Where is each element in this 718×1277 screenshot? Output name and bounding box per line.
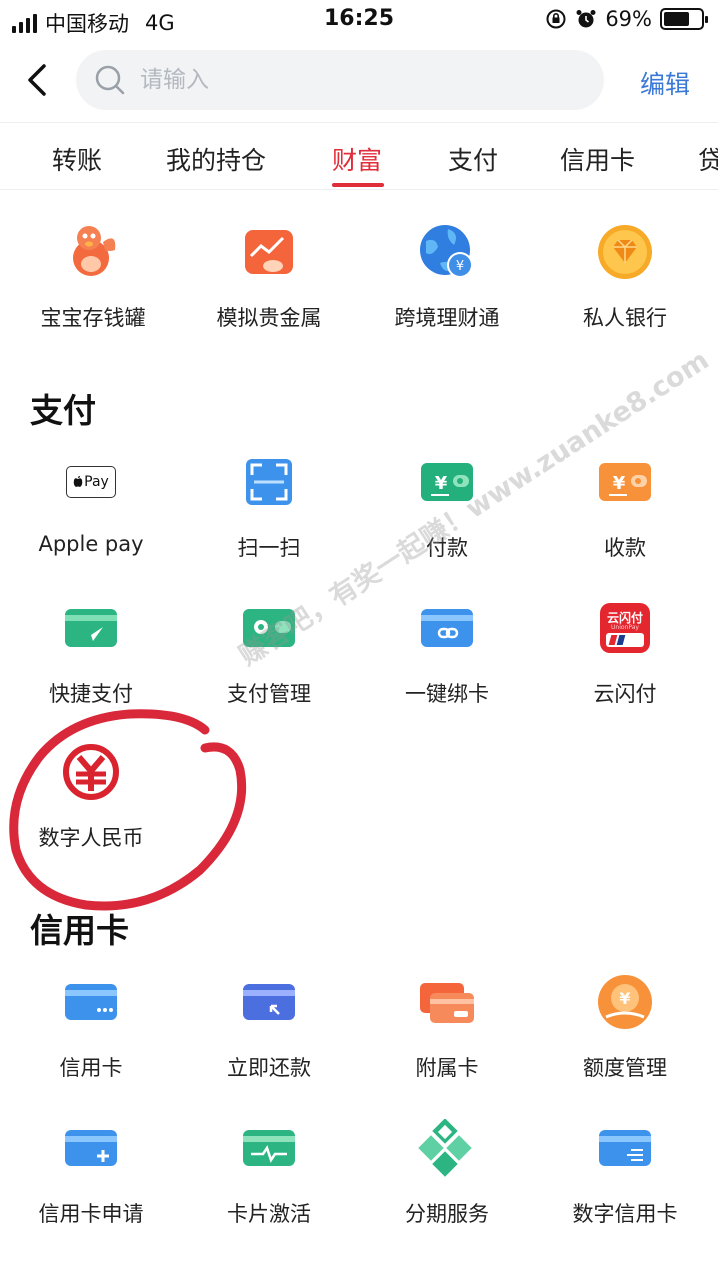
piggy-bird-icon — [73, 226, 116, 276]
grid-item-label: Apple pay — [38, 532, 144, 556]
grid-item-label: 数字信用卡 — [572, 1202, 678, 1226]
credit-card-icon — [65, 984, 117, 1020]
card-activate-icon — [243, 1130, 295, 1166]
category-tabs: 转账 我的持仓 财富 支付 信用卡 贷 — [0, 122, 718, 190]
grid-item-label: 额度管理 — [583, 1056, 667, 1080]
section-title-payment: 支付 — [30, 391, 96, 430]
search-box[interactable] — [76, 50, 604, 110]
grid-item-digital-rmb[interactable]: 数字人民币 — [2, 742, 180, 852]
grid-item-card-activate[interactable]: 卡片激活 — [180, 1118, 358, 1228]
section-title-credit-card: 信用卡 — [30, 911, 129, 950]
tab-transfer[interactable]: 转账 — [52, 141, 102, 177]
globe-yuan-icon: ¥ — [420, 225, 473, 278]
digital-rmb-icon — [63, 744, 119, 800]
grid-item-label: 信用卡 — [59, 1056, 123, 1080]
tab-active-indicator — [332, 183, 384, 187]
alarm-icon — [576, 10, 596, 28]
search-input[interactable] — [140, 67, 520, 93]
grid-item-label: 宝宝存钱罐 — [40, 306, 146, 330]
receive-wallet-icon: ¥ — [599, 463, 651, 501]
tab-loan[interactable]: 贷 — [698, 141, 718, 177]
diamond-icon — [598, 225, 652, 279]
tab-my-holdings[interactable]: 我的持仓 — [166, 141, 266, 177]
grid-item-bind-card[interactable]: 一键绑卡 — [358, 598, 536, 708]
grid-item-label: 一键绑卡 — [405, 682, 489, 706]
svg-text:¥: ¥ — [435, 473, 448, 494]
grid-item-repay[interactable]: 立即还款 — [180, 972, 358, 1082]
grid-item-scan[interactable]: 扫一扫 — [180, 452, 358, 562]
bind-card-icon — [421, 609, 473, 647]
grid-item-label: 扫一扫 — [237, 536, 301, 560]
back-arrow-icon[interactable] — [22, 62, 54, 98]
svg-text:¥: ¥ — [619, 989, 630, 1008]
grid-item-card-apply[interactable]: 信用卡申请 — [2, 1118, 180, 1228]
apple-pay-icon: Pay — [66, 466, 116, 498]
repay-icon — [243, 984, 295, 1020]
tab-credit-card[interactable]: 信用卡 — [560, 141, 635, 177]
quick-pay-icon — [65, 609, 117, 647]
grid-item-label: 支付管理 — [227, 682, 311, 706]
grid-item-label: 私人银行 — [583, 306, 667, 330]
grid-item-apple-pay[interactable]: Pay Apple pay — [2, 452, 180, 556]
grid-item-piggy-bank[interactable]: 宝宝存钱罐 — [4, 222, 182, 332]
grid-item-label: 跨境理财通 — [394, 306, 500, 330]
grid-item-label: 立即还款 — [227, 1056, 311, 1080]
grid-item-label: 模拟贵金属 — [216, 306, 322, 330]
svg-text:¥: ¥ — [613, 473, 626, 494]
grid-item-label: 数字人民币 — [38, 826, 144, 850]
search-icon — [95, 65, 125, 95]
precious-metal-icon — [245, 230, 293, 274]
grid-item-cloud-quickpass[interactable]: 云闪付 UnionPay 云闪付 — [536, 598, 714, 708]
grid-item-supplementary-card[interactable]: 附属卡 — [358, 972, 536, 1082]
grid-item-cross-border[interactable]: ¥ 跨境理财通 — [358, 222, 536, 332]
grid-item-label: 快捷支付 — [49, 682, 133, 706]
grid-item-credit-limit[interactable]: ¥ 额度管理 — [536, 972, 714, 1082]
cloud-quickpass-icon: 云闪付 UnionPay — [600, 603, 650, 653]
grid-item-digital-credit-card[interactable]: 数字信用卡 — [536, 1118, 714, 1228]
scan-icon — [246, 459, 292, 505]
tab-payment[interactable]: 支付 — [448, 141, 498, 177]
status-right: 69% — [545, 7, 708, 31]
search-row: 编辑 — [0, 48, 718, 114]
tab-wealth[interactable]: 财富 — [332, 141, 382, 177]
status-bar: 中国移动 4G 16:25 69% — [0, 0, 718, 40]
credit-limit-icon: ¥ — [598, 975, 652, 1029]
edit-button[interactable]: 编辑 — [640, 65, 690, 101]
grid-item-installment[interactable]: 分期服务 — [358, 1118, 536, 1228]
grid-item-credit-card[interactable]: 信用卡 — [2, 972, 180, 1082]
grid-item-label: 信用卡申请 — [38, 1202, 144, 1226]
grid-item-precious-metal[interactable]: 模拟贵金属 — [180, 222, 358, 332]
svg-text:¥: ¥ — [456, 259, 464, 274]
installment-icon — [418, 1119, 472, 1177]
battery-icon — [660, 8, 708, 30]
grid-item-quick-pay[interactable]: 快捷支付 — [2, 598, 180, 708]
grid-item-private-banking[interactable]: 私人银行 — [536, 222, 714, 332]
grid-item-label: 收款 — [604, 536, 646, 560]
supplementary-card-icon — [420, 983, 474, 1023]
rotation-lock-icon — [546, 9, 566, 29]
battery-percent: 69% — [605, 7, 652, 31]
grid-item-label: 分期服务 — [405, 1202, 489, 1226]
grid-item-label: 附属卡 — [415, 1056, 479, 1080]
grid-item-label: 卡片激活 — [227, 1202, 311, 1226]
cloud-quickpass-icon-subtext: UnionPay — [611, 624, 639, 631]
card-apply-icon — [65, 1130, 117, 1166]
digital-credit-card-icon — [599, 1130, 651, 1166]
apple-pay-icon-text: Pay — [84, 474, 109, 490]
grid-item-label: 云闪付 — [593, 682, 657, 706]
